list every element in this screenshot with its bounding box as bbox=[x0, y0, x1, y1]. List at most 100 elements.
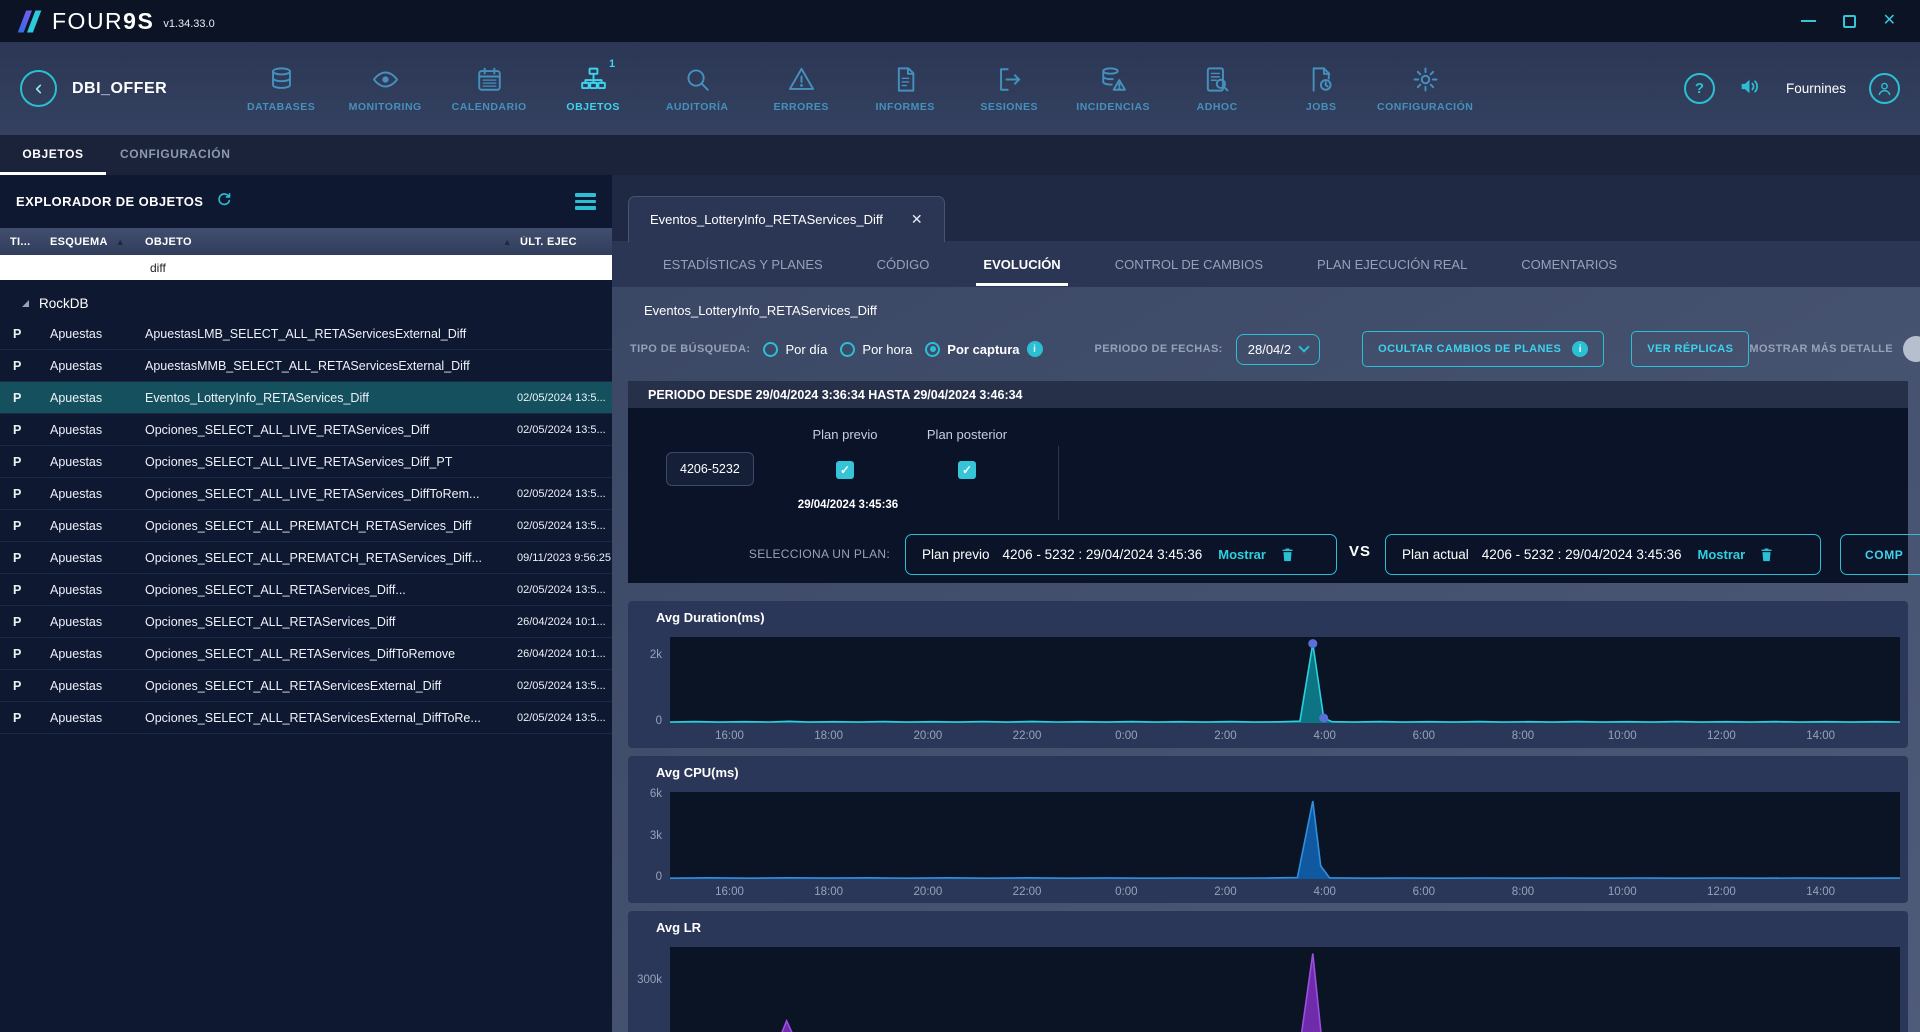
show-plan-link[interactable]: Mostrar bbox=[1218, 547, 1266, 562]
info-icon[interactable]: i bbox=[1572, 341, 1588, 357]
table-row[interactable]: PApuestasOpciones_SELECT_ALL_PREMATCH_RE… bbox=[0, 510, 612, 542]
sessions-icon bbox=[995, 65, 1024, 94]
nav-item-label: MONITORING bbox=[349, 101, 422, 113]
object-type: P bbox=[0, 615, 50, 629]
nav-item-incidencias[interactable]: INCIDENCIAS bbox=[1061, 65, 1165, 113]
x-axis-tick: 6:00 bbox=[1413, 886, 1435, 898]
radio-por-d-a[interactable]: Por día bbox=[763, 342, 827, 357]
plan-chip[interactable]: 4206-5232 bbox=[666, 452, 754, 486]
object-schema: Apuestas bbox=[50, 327, 145, 341]
x-axis-tick: 8:00 bbox=[1512, 886, 1534, 898]
table-row[interactable]: PApuestasOpciones_SELECT_ALL_LIVE_RETASe… bbox=[0, 414, 612, 446]
subtab-evoluci-n[interactable]: EVOLUCIÓN bbox=[956, 241, 1087, 287]
help-button[interactable]: ? bbox=[1684, 73, 1715, 104]
date-select[interactable]: 28/04/2 bbox=[1236, 334, 1320, 365]
chart-plot[interactable] bbox=[670, 637, 1900, 723]
radio-por-hora[interactable]: Por hora bbox=[840, 342, 912, 357]
back-button[interactable] bbox=[20, 70, 57, 107]
table-row[interactable]: PApuestasOpciones_SELECT_ALL_RETAService… bbox=[0, 638, 612, 670]
plan-actual-select[interactable]: Plan actual 4206 - 5232 : 29/04/2024 3:4… bbox=[1385, 534, 1821, 575]
nav-item-adhoc[interactable]: ADHOC bbox=[1165, 65, 1269, 113]
chart-card-avg-duration-ms-: Avg Duration(ms)2k016:0018:0020:0022:000… bbox=[628, 601, 1908, 748]
nav-item-auditoría[interactable]: AUDITORÍA bbox=[645, 65, 749, 113]
show-detail-toggle[interactable] bbox=[1905, 339, 1920, 359]
object-type: P bbox=[0, 519, 50, 533]
chart-plot[interactable] bbox=[670, 792, 1900, 879]
plan-posterior-checkbox[interactable]: ✓ bbox=[958, 461, 976, 479]
object-type: P bbox=[0, 711, 50, 725]
nav-item-jobs[interactable]: JOBS bbox=[1269, 65, 1373, 113]
nav-item-databases[interactable]: DATABASES bbox=[229, 65, 333, 113]
table-row[interactable]: PApuestasEventos_LotteryInfo_RETAService… bbox=[0, 382, 612, 414]
trash-icon[interactable] bbox=[1279, 545, 1296, 564]
document-tab-label: Eventos_LotteryInfo_RETAServices_Diff bbox=[650, 212, 883, 227]
refresh-button[interactable] bbox=[214, 191, 233, 213]
table-row[interactable]: PApuestasApuestasMMB_SELECT_ALL_RETAServ… bbox=[0, 350, 612, 382]
nav-item-errores[interactable]: ERRORES bbox=[749, 65, 853, 113]
trash-icon[interactable] bbox=[1758, 545, 1775, 564]
nav-item-informes[interactable]: INFORMES bbox=[853, 65, 957, 113]
nav-item-calendario[interactable]: CALENDARIO bbox=[437, 65, 541, 113]
filter-bar: TIPO DE BÚSQUEDA: Por día Por hora Por cap… bbox=[630, 331, 1906, 367]
table-row[interactable]: PApuestasOpciones_SELECT_ALL_LIVE_RETASe… bbox=[0, 478, 612, 510]
table-row[interactable]: PApuestasApuestasLMB_SELECT_ALL_RETAServ… bbox=[0, 318, 612, 350]
column-type[interactable]: TI... bbox=[0, 236, 50, 248]
search-type-label: TIPO DE BÚSQUEDA: bbox=[630, 343, 750, 355]
table-row[interactable]: PApuestasOpciones_SELECT_ALL_RETAService… bbox=[0, 606, 612, 638]
subtab-comentarios[interactable]: COMENTARIOS bbox=[1494, 241, 1644, 287]
person-icon bbox=[1875, 79, 1894, 98]
column-object[interactable]: OBJETO▲ bbox=[145, 236, 520, 248]
column-last-exec[interactable]: ÚLT. EJEC bbox=[520, 236, 612, 248]
document-tab[interactable]: Eventos_LotteryInfo_RETAServices_Diff ✕ bbox=[628, 196, 945, 242]
table-row[interactable]: PApuestasOpciones_SELECT_ALL_PREMATCH_RE… bbox=[0, 542, 612, 574]
nav-item-objetos[interactable]: 1OBJETOS bbox=[541, 65, 645, 113]
tab-objetos[interactable]: OBJETOS bbox=[0, 135, 106, 175]
chart-title: Avg LR bbox=[656, 920, 1908, 940]
page-tabs: OBJETOS CONFIGURACIÓN bbox=[0, 135, 1920, 175]
table-row[interactable]: PApuestasOpciones_SELECT_ALL_RETAService… bbox=[0, 702, 612, 734]
adhoc-icon bbox=[1203, 65, 1232, 94]
sound-button[interactable] bbox=[1738, 74, 1763, 104]
plan-previo-select[interactable]: Plan previo 4206 - 5232 : 29/04/2024 3:4… bbox=[905, 534, 1337, 575]
maximize-button[interactable] bbox=[1843, 15, 1856, 28]
x-axis-tick: 8:00 bbox=[1512, 730, 1534, 742]
radio-por-captura[interactable]: Por capturai bbox=[925, 341, 1042, 357]
nav-item-monitoring[interactable]: MONITORING bbox=[333, 65, 437, 113]
table-header: TI... ESQUEMA▲ OBJETO▲ ÚLT. EJEC bbox=[0, 228, 612, 255]
user-menu-button[interactable] bbox=[1869, 73, 1900, 104]
y-axis-tick: 0 bbox=[656, 871, 662, 883]
compare-button[interactable]: COMP bbox=[1840, 534, 1920, 575]
subtab-estad-sticas-y-planes[interactable]: ESTADÍSTICAS Y PLANES bbox=[636, 241, 850, 287]
nav-items: DATABASES MONITORING CALENDARIO1OBJETOSAUD… bbox=[229, 65, 1477, 113]
info-icon[interactable]: i bbox=[1027, 341, 1043, 357]
table-row[interactable]: PApuestasOpciones_SELECT_ALL_RETAService… bbox=[0, 670, 612, 702]
nav-item-configuración[interactable]: CONFIGURACIÓN bbox=[1373, 65, 1477, 113]
vs-label: VS bbox=[1349, 543, 1371, 560]
subtab-plan-ejecuci-n-real[interactable]: PLAN EJECUCIÓN REAL bbox=[1290, 241, 1494, 287]
detail-subtabs: ESTADÍSTICAS Y PLANESCÓDIGOEVOLUCIÓNCONT… bbox=[612, 241, 1920, 287]
close-button[interactable]: ✕ bbox=[1883, 13, 1896, 29]
hide-plan-changes-button[interactable]: OCULTAR CAMBIOS DE PLANES i bbox=[1362, 331, 1604, 367]
object-schema: Apuestas bbox=[50, 455, 145, 469]
table-row[interactable]: PApuestasOpciones_SELECT_ALL_RETAService… bbox=[0, 574, 612, 606]
group-row-rockdb[interactable]: RockDB bbox=[0, 288, 612, 318]
object-name: Opciones_SELECT_ALL_LIVE_RETAServices_Di… bbox=[145, 487, 517, 501]
chart-plot[interactable] bbox=[670, 947, 1900, 1032]
view-replicas-button[interactable]: VER RÉPLICAS bbox=[1631, 331, 1749, 367]
chart-card-avg-cpu-ms-: Avg CPU(ms)6k3k016:0018:0020:0022:000:00… bbox=[628, 756, 1908, 903]
object-type: P bbox=[0, 551, 50, 565]
show-plan-link[interactable]: Mostrar bbox=[1697, 547, 1745, 562]
tab-configuracion[interactable]: CONFIGURACIÓN bbox=[106, 135, 244, 175]
column-schema[interactable]: ESQUEMA▲ bbox=[50, 236, 145, 248]
table-row[interactable]: PApuestasOpciones_SELECT_ALL_LIVE_RETASe… bbox=[0, 446, 612, 478]
divider bbox=[1058, 446, 1059, 520]
subtab-control-de-cambios[interactable]: CONTROL DE CAMBIOS bbox=[1088, 241, 1290, 287]
close-tab-icon[interactable]: ✕ bbox=[911, 211, 923, 228]
plan-previo-checkbox[interactable]: ✓ bbox=[836, 461, 854, 479]
object-filter-row[interactable]: diff bbox=[0, 255, 612, 280]
object-filter-value[interactable]: diff bbox=[150, 261, 166, 275]
minimize-button[interactable] bbox=[1801, 20, 1816, 22]
nav-item-sesiones[interactable]: SESIONES bbox=[957, 65, 1061, 113]
explorer-menu-button[interactable] bbox=[575, 193, 596, 210]
subtab-c-digo[interactable]: CÓDIGO bbox=[850, 241, 957, 287]
